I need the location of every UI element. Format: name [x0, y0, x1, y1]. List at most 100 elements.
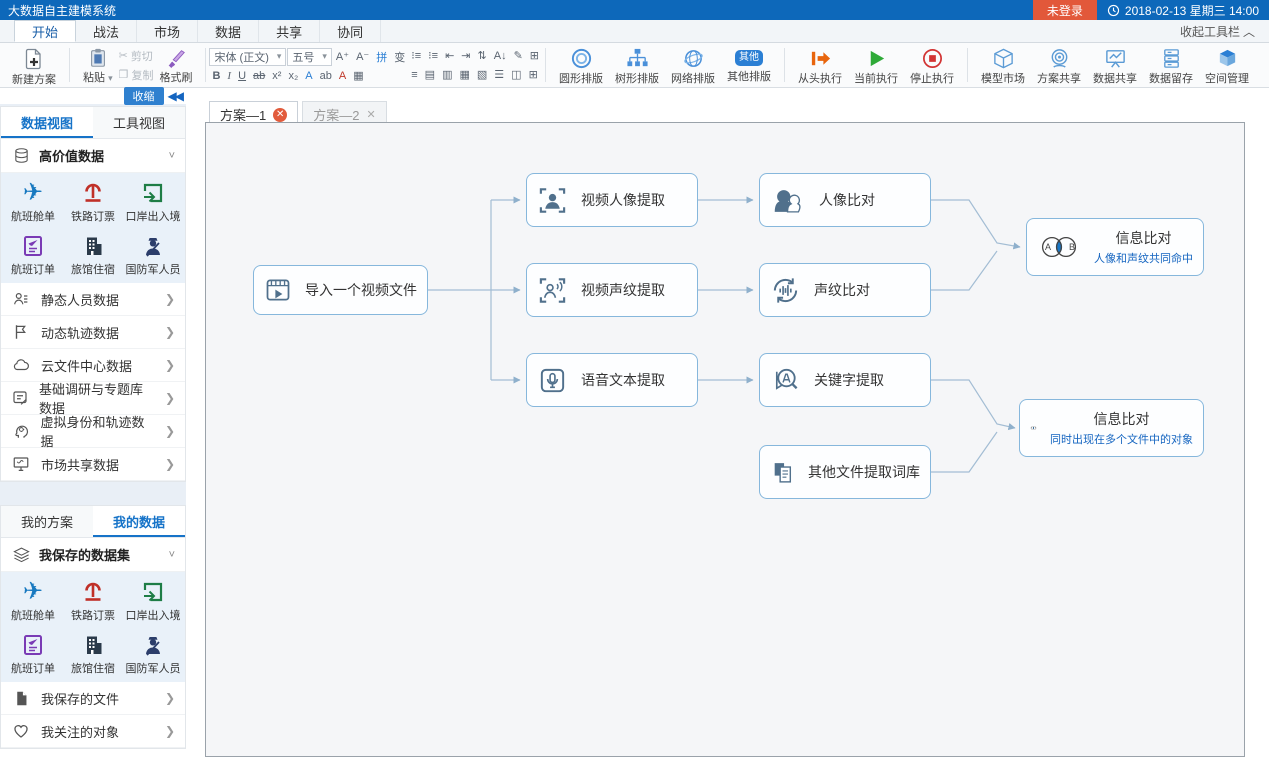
align-left-button[interactable]: ≡ — [408, 69, 420, 81]
strikethrough-button[interactable]: ab — [250, 70, 268, 82]
dataset-hotel-stay[interactable]: 旅馆住宿 — [63, 233, 123, 277]
close-tab-icon[interactable]: ✕ — [366, 108, 375, 121]
font-color-button[interactable]: A — [336, 70, 349, 82]
menu-tab-market[interactable]: 市场 — [137, 20, 198, 42]
list-item-market-shared-data[interactable]: 市场共享数据 ❯ — [1, 448, 185, 481]
space-management-button[interactable]: 空间管理 — [1199, 44, 1255, 86]
dataset-flight-order[interactable]: 航班订单 — [3, 632, 63, 676]
line-spacing-button[interactable]: ⇅ — [475, 49, 490, 62]
other-layout-button[interactable]: 其他 其他排版 — [721, 44, 777, 86]
dataset-hotel-stay[interactable]: 旅馆住宿 — [63, 632, 123, 676]
model-market-button[interactable]: 模型市场 — [975, 44, 1031, 86]
borders-button[interactable]: ⊞ — [526, 68, 541, 81]
char-shading-button[interactable]: ▦ — [350, 69, 366, 82]
node-speech-to-text-extract[interactable]: 语音文本提取 — [526, 353, 698, 407]
copy-button[interactable]: ❐复制 — [119, 67, 154, 83]
menu-tab-tactics[interactable]: 战法 — [76, 20, 137, 42]
list-item-cloud-file-center[interactable]: 云文件中心数据 ❯ — [1, 349, 185, 382]
increase-indent-button[interactable]: ⇥ — [458, 49, 473, 62]
dataset-railway-ticket[interactable]: 铁路订票 — [63, 579, 123, 623]
login-status-badge[interactable]: 未登录 — [1033, 0, 1097, 20]
superscript-button[interactable]: x² — [269, 70, 284, 82]
justify-button[interactable]: ▦ — [456, 68, 472, 81]
dataset-border-entry-exit[interactable]: 口岸出入境 — [123, 180, 183, 224]
tree-layout-button[interactable]: 树形排版 — [609, 44, 665, 86]
cut-button[interactable]: ✂剪切 — [119, 48, 154, 64]
node-keyword-extract[interactable]: 关键字提取 — [759, 353, 931, 407]
list-item-static-personnel[interactable]: 静态人员数据 ❯ — [1, 283, 185, 316]
shrink-font-button[interactable]: A⁻ — [353, 50, 372, 63]
node-voiceprint-compare[interactable]: 声纹比对 — [759, 263, 931, 317]
dataset-railway-ticket[interactable]: 铁路订票 — [63, 180, 123, 224]
font-name-select[interactable]: 宋体 (正文)▾ — [209, 48, 286, 66]
run-from-start-button[interactable]: 从头执行 — [792, 44, 848, 86]
chevron-left-double-icon[interactable]: ◀◀ — [168, 89, 184, 103]
shading-button[interactable]: ◫ — [508, 68, 524, 81]
menu-tab-collab[interactable]: 协同 — [320, 20, 381, 42]
node-info-compare-1[interactable]: A B 信息比对 人像和声纹共同命中 — [1026, 218, 1204, 276]
tab-my-plans[interactable]: 我的方案 — [1, 506, 93, 537]
paragraph-spacing-button[interactable]: ☰ — [491, 68, 507, 81]
highlight-button[interactable]: ab — [317, 70, 335, 82]
bold-button[interactable]: B — [209, 70, 223, 82]
numbered-list-button[interactable]: ⁝≡ — [425, 49, 441, 62]
node-import-video-file[interactable]: 导入一个视频文件 — [253, 265, 428, 315]
paste-button[interactable]: 粘贴 ▾ — [77, 44, 119, 86]
menu-tab-data[interactable]: 数据 — [198, 20, 259, 42]
decrease-indent-button[interactable]: ⇤ — [442, 49, 457, 62]
network-layout-button[interactable]: 网络排版 — [665, 44, 721, 86]
dataset-flight-manifest[interactable]: ✈ 航班舱单 — [3, 579, 63, 623]
distribute-button[interactable]: ▧ — [474, 68, 490, 81]
align-center-button[interactable]: ▤ — [422, 68, 438, 81]
list-item-dynamic-trajectory[interactable]: 动态轨迹数据 ❯ — [1, 316, 185, 349]
italic-button[interactable]: I — [224, 70, 234, 82]
grow-font-button[interactable]: A⁺ — [333, 50, 352, 63]
dataset-military-personnel[interactable]: 国防军人员 — [123, 632, 183, 676]
text-effects-button[interactable]: A — [302, 70, 315, 82]
flow-canvas[interactable]: 导入一个视频文件 视频人像提取 视频声纹提取 语音文本提取 人像比对 声纹比对 … — [205, 122, 1245, 757]
close-tab-icon[interactable]: ✕ — [273, 108, 287, 122]
font-size-select[interactable]: 五号▾ — [287, 48, 332, 66]
node-other-file-word-library[interactable]: 其他文件提取词库 — [759, 445, 931, 499]
node-info-compare-2[interactable]: A B 信息比对 同时出现在多个文件中的对象 — [1019, 399, 1204, 457]
plan-share-button[interactable]: 方案共享 — [1031, 44, 1087, 86]
bullet-list-button[interactable]: ⁝≡ — [408, 49, 424, 62]
data-retention-button[interactable]: 数据留存 — [1143, 44, 1199, 86]
tab-tool-view[interactable]: 工具视图 — [93, 107, 185, 138]
list-item-research-library[interactable]: 基础调研与专题库数据 ❯ — [1, 382, 185, 415]
phonetic-guide-button[interactable]: 拼 — [373, 49, 390, 65]
align-right-button[interactable]: ▥ — [439, 68, 455, 81]
format-painter-button[interactable]: 格式刷 — [153, 44, 198, 86]
node-face-compare[interactable]: 人像比对 — [759, 173, 931, 227]
section-saved-datasets[interactable]: 我保存的数据集 ˅ — [1, 538, 185, 572]
show-marks-button[interactable]: ✎ — [511, 49, 526, 62]
tab-data-view[interactable]: 数据视图 — [1, 107, 93, 138]
sort-button[interactable]: A↓ — [491, 50, 510, 62]
collapse-toolbar-link[interactable]: 收起工具栏 ︿ — [1180, 20, 1269, 42]
change-case-button[interactable]: 变 — [391, 49, 408, 65]
circle-layout-button[interactable]: 圆形排版 — [553, 44, 609, 86]
node-subtitle: 同时出现在多个文件中的对象 — [1050, 431, 1193, 447]
underline-button[interactable]: U — [235, 70, 249, 82]
collapse-sidebar-button[interactable]: 收缩 — [124, 87, 164, 105]
run-current-button[interactable]: 当前执行 — [848, 44, 904, 86]
dataset-flight-manifest[interactable]: ✈ 航班舱单 — [3, 180, 63, 224]
table-button[interactable]: ⊞ — [527, 49, 542, 62]
dataset-border-entry-exit[interactable]: 口岸出入境 — [123, 579, 183, 623]
server-icon — [1160, 47, 1183, 70]
menu-tab-start[interactable]: 开始 — [14, 20, 76, 42]
new-plan-button[interactable]: 新建方案 — [6, 44, 62, 86]
section-high-value-data[interactable]: 高价值数据 ˅ — [1, 139, 185, 173]
stop-execution-button[interactable]: 停止执行 — [904, 44, 960, 86]
list-item-followed-objects[interactable]: 我关注的对象 ❯ — [1, 715, 185, 748]
tab-my-data[interactable]: 我的数据 — [93, 506, 185, 537]
node-video-face-extract[interactable]: 视频人像提取 — [526, 173, 698, 227]
node-video-voiceprint-extract[interactable]: 视频声纹提取 — [526, 263, 698, 317]
subscript-button[interactable]: x₂ — [285, 70, 301, 82]
list-item-virtual-identity[interactable]: 虚拟身份和轨迹数据 ❯ — [1, 415, 185, 448]
list-item-saved-files[interactable]: 我保存的文件 ❯ — [1, 682, 185, 715]
dataset-flight-order[interactable]: 航班订单 — [3, 233, 63, 277]
menu-tab-share[interactable]: 共享 — [259, 20, 320, 42]
dataset-military-personnel[interactable]: 国防军人员 — [123, 233, 183, 277]
data-share-button[interactable]: 数据共享 — [1087, 44, 1143, 86]
